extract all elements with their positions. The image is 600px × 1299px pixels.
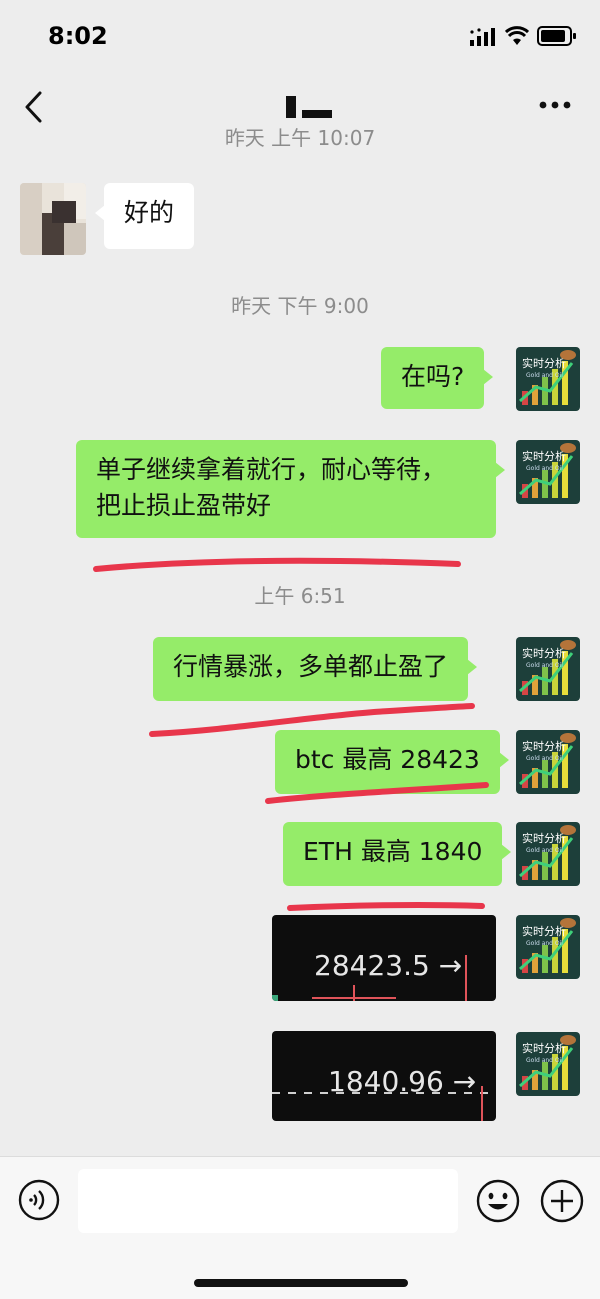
peer-avatar[interactable] xyxy=(20,183,86,255)
message-input[interactable] xyxy=(78,1169,458,1233)
chart-logo-icon: 实时分析 Gold and Oil xyxy=(516,637,580,701)
avatar-logo-subtext: Gold and Oil xyxy=(526,465,563,472)
message-bubble-self[interactable]: 在吗? xyxy=(381,347,494,409)
avatar-logo-text: 实时分析 xyxy=(522,356,566,370)
avatar-logo-text: 实时分析 xyxy=(522,449,566,463)
chart-logo-icon: 实时分析 Gold and Oil xyxy=(516,822,580,886)
timestamp: 昨天 下午 9:00 xyxy=(231,294,369,318)
self-avatar[interactable]: 实时分析 Gold and Oil xyxy=(516,1032,580,1096)
chart-logo-icon: 实时分析 Gold and Oil xyxy=(516,347,580,411)
avatar-logo-subtext: Gold and Oil xyxy=(526,662,563,669)
chat-input-bar xyxy=(0,1156,600,1299)
avatar-logo-subtext: Gold and Oil xyxy=(526,755,563,762)
chart-logo-icon: 实时分析 Gold and Oil xyxy=(516,915,580,979)
avatar-logo-subtext: Gold and Oil xyxy=(526,847,563,854)
avatar-logo-text: 实时分析 xyxy=(522,924,566,938)
timestamp: 上午 6:51 xyxy=(254,584,346,608)
self-avatar[interactable]: 实时分析 Gold and Oil xyxy=(516,822,580,886)
avatar-logo-subtext: Gold and Oil xyxy=(526,372,563,379)
self-avatar[interactable]: 实时分析 Gold and Oil xyxy=(516,347,580,411)
voice-icon[interactable] xyxy=(18,1179,60,1221)
avatar-logo-subtext: Gold and Oil xyxy=(526,940,563,947)
message-bubble-self[interactable]: ETH 最高 1840 xyxy=(283,822,512,886)
avatar-logo-text: 实时分析 xyxy=(522,646,566,660)
chart-logo-icon: 实时分析 Gold and Oil xyxy=(516,730,580,794)
wifi-icon xyxy=(505,26,529,45)
image-message[interactable]: 28423.5 → xyxy=(272,915,496,1001)
timestamp: 昨天 上午 10:07 xyxy=(224,128,376,150)
message-bubble-self[interactable]: btc 最高 28423 xyxy=(275,730,509,794)
status-time: 8:02 xyxy=(48,22,108,50)
message-bubble-self[interactable]: 行情暴涨，多单都止盈了 xyxy=(153,637,478,701)
emoji-icon[interactable] xyxy=(476,1179,520,1223)
redacted-title-icon xyxy=(286,96,332,118)
image-price-text: 1840.96 → xyxy=(328,1065,477,1098)
self-avatar[interactable]: 实时分析 Gold and Oil xyxy=(516,440,580,504)
chevron-left-icon[interactable] xyxy=(22,90,46,124)
status-bar: 8:02 xyxy=(0,0,600,72)
self-avatar[interactable]: 实时分析 Gold and Oil xyxy=(516,915,580,979)
price-chart-fragment-icon xyxy=(272,955,467,1001)
pixelated-avatar-icon xyxy=(20,183,86,255)
chat-title xyxy=(286,96,332,118)
self-avatar[interactable]: 实时分析 Gold and Oil xyxy=(516,730,580,794)
plus-icon[interactable] xyxy=(540,1179,584,1223)
avatar-logo-text: 实时分析 xyxy=(522,1041,566,1055)
chart-logo-icon: 实时分析 Gold and Oil xyxy=(516,440,580,504)
message-bubble-peer[interactable]: 好的 xyxy=(94,183,195,249)
ellipsis-icon[interactable] xyxy=(538,100,572,110)
signal-icon xyxy=(470,28,495,46)
message-bubble-self[interactable]: 单子继续拿着就行，耐心等待， 把止损止盈带好 xyxy=(76,440,505,538)
battery-icon xyxy=(537,26,576,46)
self-avatar[interactable]: 实时分析 Gold and Oil xyxy=(516,637,580,701)
avatar-logo-subtext: Gold and Oil xyxy=(526,1057,563,1064)
avatar-logo-text: 实时分析 xyxy=(522,831,566,845)
image-message[interactable]: 1840.96 → xyxy=(272,1031,496,1121)
chart-logo-icon: 实时分析 Gold and Oil xyxy=(516,1032,580,1096)
avatar-logo-text: 实时分析 xyxy=(522,739,566,753)
home-indicator xyxy=(194,1279,408,1287)
